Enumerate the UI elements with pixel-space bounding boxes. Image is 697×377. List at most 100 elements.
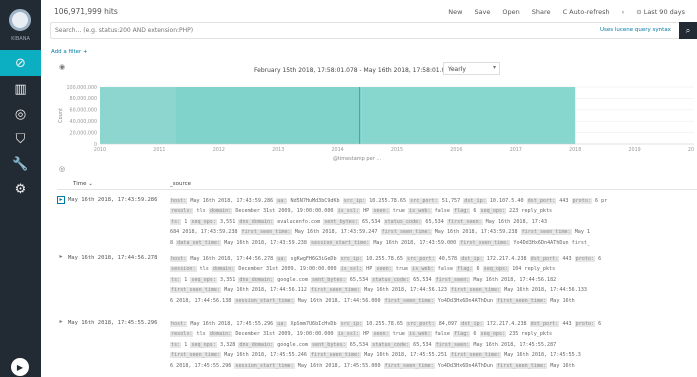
field-value: May 16th 2018, 17:45:55.000 — [294, 362, 384, 369]
x-tick-label: 2016 — [450, 147, 462, 153]
field-key: dns_domain: — [238, 341, 275, 348]
field-value: 51,757 — [438, 198, 464, 204]
histogram-chart: 100,000,000 80,000,000 60,000,000 40,000,00… — [56, 82, 694, 162]
gear-icon: ⚙ — [14, 181, 27, 197]
new-button[interactable]: New — [448, 8, 462, 16]
field-key: resolv: — [170, 208, 194, 215]
field-key: session_start_time: — [310, 239, 371, 246]
field-value: Yo4Dd3Hx6Dn4AThDun first_ — [510, 239, 591, 246]
x-tick-label: 2010 — [94, 147, 106, 153]
source-line: resolv: tls domain: December 31st 2009, … — [170, 206, 695, 216]
field-value: google.com — [274, 276, 311, 283]
field-key: first_seen_time: — [496, 297, 548, 304]
x-tick-label: 2019 — [628, 147, 640, 153]
field-key: flag: — [453, 208, 471, 215]
field-key: is_web: — [408, 331, 432, 338]
field-key: domain: — [211, 266, 236, 273]
chevron-down-icon: ▾ — [492, 64, 496, 71]
search-button[interactable]: ⌕ — [679, 22, 697, 39]
collapse-sidebar-button[interactable]: ▶ — [11, 358, 29, 376]
field-key: src_port: — [406, 256, 436, 262]
time-picker-button[interactable]: ⊙ Last 90 days — [636, 8, 685, 16]
field-value: HP — [360, 331, 373, 338]
share-button[interactable]: Share — [532, 8, 551, 16]
field-value: 443 — [559, 256, 575, 262]
source-line: 6 2018, 17:45:55.296 session_start_time:… — [170, 361, 695, 371]
column-header-time[interactable]: Time ⌄ — [73, 181, 93, 187]
field-key: data_set_time: — [176, 239, 222, 246]
field-key: src_ip: — [339, 321, 364, 327]
expand-row-button[interactable]: ▸ — [57, 196, 65, 204]
auto-refresh-button[interactable]: C Auto-refresh — [563, 8, 610, 16]
source-line: 684 2018, 17:43:59.238 first_seen_time: … — [170, 227, 695, 237]
field-value: 3,551 — [216, 218, 239, 225]
field-value: 65,534 — [410, 276, 435, 283]
time-back-button[interactable]: ‹ — [622, 8, 625, 16]
field-key: proto: — [571, 198, 592, 204]
row-source: host: May 16th 2018, 17:45:55.296 ua: Xp… — [170, 319, 695, 371]
interval-select[interactable]: Yearly ▾ — [443, 62, 500, 75]
field-key: status_code: — [371, 341, 411, 348]
field-value: May 1 — [571, 229, 591, 236]
save-button[interactable]: Save — [474, 8, 490, 16]
expand-row-button[interactable]: ▸ — [57, 254, 65, 262]
dashboard-icon: ◎ — [14, 106, 27, 122]
field-value: May 16th 2018, 17:44:56.133 — [501, 287, 587, 294]
toggle-field-list-icon[interactable]: ◉ — [59, 63, 65, 71]
field-key: dst_port: — [529, 321, 560, 327]
field-key: host: — [170, 321, 188, 327]
field-key: session_start_time: — [234, 362, 295, 369]
sidebar-item-dev-tools[interactable]: 🔧 — [0, 151, 41, 177]
field-value: true — [392, 266, 412, 273]
query-syntax-link[interactable]: Uses lucene query syntax — [600, 27, 671, 33]
field-key: first_seen_time: — [170, 287, 222, 294]
hits-count: 106,971,999 hits — [54, 7, 118, 16]
field-key: seq_ops: — [479, 208, 507, 215]
field-value: May 16th 2018, 17:45:55.296 — [187, 321, 277, 327]
wrench-icon: 🔧 — [12, 156, 29, 172]
field-value: December 31st 2009, 19:00:00.000 — [232, 331, 337, 338]
field-key: seen: — [372, 208, 390, 215]
add-filter-link[interactable]: Add a filter + — [51, 49, 88, 55]
source-line: host: May 16th 2018, 17:43:59.286 ua: Nd… — [170, 196, 695, 206]
field-key: first_seen_time: — [310, 287, 362, 294]
sidebar-item-visualize[interactable]: ▥ — [0, 76, 41, 102]
y-tick-label: 80,000,000 — [70, 96, 97, 102]
row-timestamp: May 16th 2018, 17:44:56.278 — [68, 255, 158, 261]
top-nav-menu: New Save Open Share C Auto-refresh ‹ ⊙ L… — [448, 8, 685, 16]
field-value: May 16th 2018, 17:44:56.112 — [221, 287, 311, 294]
field-value: 6 — [595, 256, 602, 262]
field-key: first_seen_time: — [310, 352, 362, 359]
field-value: 84,097 — [435, 321, 461, 327]
toggle-chart-icon[interactable]: ◎ — [59, 165, 65, 173]
y-tick-label: 20,000,000 — [70, 130, 97, 136]
app-logo-text: KIBANA — [11, 36, 30, 42]
x-tick-label: 2018 — [569, 147, 581, 153]
field-key: ts: — [170, 341, 182, 348]
table-divider — [57, 189, 697, 190]
field-key: sent_bytes: — [323, 218, 359, 225]
y-tick-label: 60,000,000 — [70, 108, 97, 114]
field-value: December 31st 2009, 19:00:00.000 — [232, 208, 337, 215]
sidebar-item-timelion[interactable]: ⛉ — [0, 126, 41, 152]
field-key: ua: — [276, 321, 288, 327]
row-timestamp: May 16th 2018, 17:45:55.296 — [68, 320, 158, 326]
shield-icon: ⛉ — [15, 131, 26, 147]
field-value: false — [434, 266, 457, 273]
search-input[interactable] — [50, 22, 682, 39]
histogram-svg[interactable]: 100,000,000 80,000,000 60,000,000 40,000,00… — [56, 82, 694, 162]
open-button[interactable]: Open — [502, 8, 519, 16]
field-value: 6 — [470, 331, 480, 338]
expand-row-button[interactable]: ▸ — [57, 319, 65, 327]
sidebar-item-dashboard[interactable]: ◎ — [0, 101, 41, 127]
field-value: XpSmm7U6bIcHvDb — [287, 321, 340, 327]
field-key: first_seen_time: — [450, 352, 502, 359]
sidebar-item-management[interactable]: ⚙ — [0, 176, 41, 202]
field-value: May 16th 2018, 17:43:59.238 — [431, 229, 521, 236]
sidebar-item-discover[interactable]: ⊘ — [0, 50, 41, 76]
kibana-logo[interactable] — [9, 9, 31, 31]
field-key: first_seen_time: — [496, 362, 548, 369]
field-value: 3,351 — [216, 276, 239, 283]
field-key: ts: — [170, 276, 182, 283]
field-value: 6 — [473, 266, 483, 273]
